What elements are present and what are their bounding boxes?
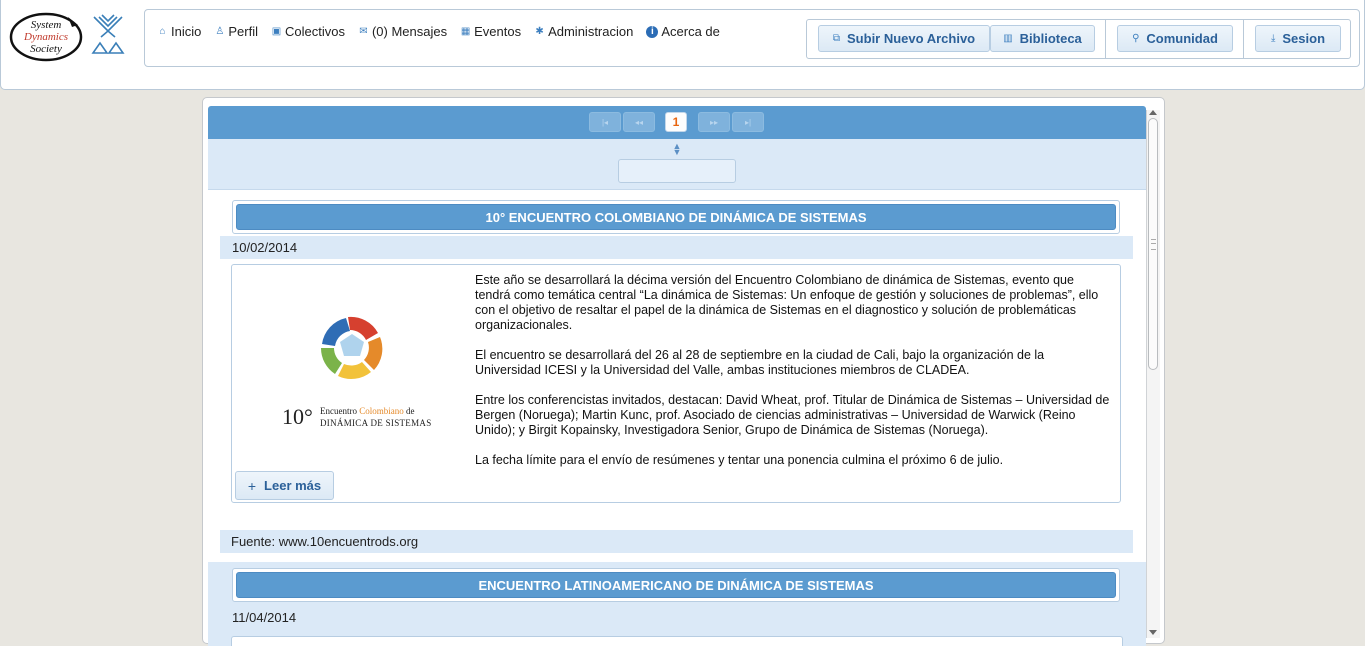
nav-perfil[interactable]: ♙ Perfil	[214, 24, 258, 39]
nav-acerca-de[interactable]: i Acerca de	[646, 24, 720, 39]
search-icon: ⚲	[1132, 33, 1140, 44]
nav-inicio-label: Inicio	[171, 24, 202, 39]
logo-text-line-2: Dynamics	[23, 31, 68, 43]
vertical-scrollbar[interactable]	[1146, 110, 1160, 638]
session-button[interactable]: ⤓ Sesion	[1255, 25, 1341, 52]
logo-text-line-1: System	[31, 19, 62, 31]
upload-file-button[interactable]: ⧉ Subir Nuevo Archivo	[818, 25, 990, 52]
read-more-label: Leer más	[264, 478, 322, 493]
nav-acerca-de-label: Acerca de	[661, 24, 720, 39]
news-source: Fuente: www.10encuentrods.org	[220, 530, 1133, 553]
nav-inicio[interactable]: ⌂ Inicio	[157, 24, 201, 39]
library-label: Biblioteca	[1019, 31, 1082, 46]
upload-icon: ⧉	[832, 33, 841, 44]
library-button[interactable]: ▥ Biblioteca	[990, 25, 1095, 52]
news-content: 10° ENCUENTRO COLOMBIANO DE DINÁMICA DE …	[208, 190, 1146, 646]
pagination-bar: |◂ ◂◂ 1 ▸▸ ▸|	[208, 106, 1146, 139]
nav-mensajes[interactable]: ✉ (0) Mensajes	[358, 24, 447, 39]
news-item: ENCUENTRO LATINOAMERICANO DE DINÁMICA DE…	[208, 562, 1146, 646]
calendar-icon: ▦	[460, 26, 471, 37]
community-label: Comunidad	[1146, 31, 1218, 46]
scroll-down-arrow-icon[interactable]	[1149, 630, 1157, 635]
news-title[interactable]: ENCUENTRO LATINOAMERICANO DE DINÁMICA DE…	[236, 572, 1116, 598]
news-article: 10° Encuentro Colombiano de dinámica de …	[231, 264, 1121, 503]
news-title[interactable]: 10° ENCUENTRO COLOMBIANO DE DINÁMICA DE …	[236, 204, 1116, 230]
article-paragraph: Entre los conferencistas invitados, dest…	[475, 393, 1110, 437]
logo-text-line-3: Society	[30, 43, 62, 55]
article-paragraph: La fecha límite para el envío de resúmen…	[475, 453, 1004, 467]
plus-icon: +	[247, 477, 257, 494]
main-navigation: ⌂ Inicio ♙ Perfil ▣ Colectivos ✉ (0) Men…	[144, 9, 1360, 67]
download-icon: ⤓	[1270, 33, 1276, 44]
news-panel: |◂ ◂◂ 1 ▸▸ ▸| ▲ ▼ 10° ENCUENTRO COLOMBIAN…	[202, 97, 1165, 646]
article-paragraph: El encuentro se desarrollará del 26 al 2…	[475, 348, 1045, 377]
sort-bar: ▲ ▼	[208, 139, 1146, 190]
scroll-thumb[interactable]	[1148, 118, 1158, 370]
news-article	[231, 636, 1123, 646]
home-icon: ⌂	[159, 26, 166, 37]
nav-eventos-label: Eventos	[474, 24, 522, 39]
nav-links: ⌂ Inicio ♙ Perfil ▣ Colectivos ✉ (0) Men…	[157, 24, 733, 39]
event-logo-image: 10° Encuentro Colombiano de dinámica de …	[244, 310, 452, 430]
scroll-up-arrow-icon[interactable]	[1149, 110, 1157, 115]
nav-mensajes-label: (0) Mensajes	[371, 24, 448, 39]
header-toolbar: ⧉ Subir Nuevo Archivo ▥ Biblioteca ⚲ Com…	[806, 19, 1351, 59]
grip-icon	[1151, 239, 1156, 250]
nav-administracion[interactable]: ✱ Administracion	[534, 24, 633, 39]
last-page-button[interactable]: ▸|	[732, 112, 764, 132]
news-date: 11/04/2014	[232, 610, 297, 625]
upload-file-label: Subir Nuevo Archivo	[847, 31, 976, 46]
prev-page-button[interactable]: ◂◂	[623, 112, 655, 132]
app-header: System Dynamics Society ⌂ Inicio ♙ Perfi…	[0, 0, 1365, 90]
article-paragraph: Este año se desarrollará la décima versi…	[475, 273, 1099, 332]
system-dynamics-society-logo[interactable]: System Dynamics Society	[8, 11, 84, 63]
logo-number: 10°	[282, 404, 313, 429]
first-page-button[interactable]: |◂	[589, 112, 621, 132]
sort-icon[interactable]: ▲ ▼	[672, 142, 682, 157]
mail-icon: ✉	[359, 26, 368, 37]
nav-eventos[interactable]: ▦ Eventos	[460, 24, 521, 39]
group-icon: ▣	[271, 26, 282, 37]
library-icon: ▥	[1003, 33, 1013, 44]
news-title-box: 10° ENCUENTRO COLOMBIANO DE DINÁMICA DE …	[232, 200, 1120, 234]
sort-select[interactable]	[618, 159, 736, 183]
cladea-logo[interactable]	[91, 13, 125, 57]
news-date: 10/02/2014	[220, 236, 1133, 259]
logo-caption-line-1: Encuentro Colombiano de	[320, 406, 414, 416]
nav-colectivos-label: Colectivos	[284, 24, 345, 39]
article-body: Este año se desarrollará la décima versi…	[475, 273, 1112, 483]
nav-administracion-label: Administracion	[548, 24, 634, 39]
user-icon: ♙	[215, 26, 225, 37]
gear-icon: ✱	[535, 26, 544, 37]
session-label: Sesion	[1282, 31, 1326, 46]
toolbar-divider	[1105, 20, 1106, 58]
current-page-button[interactable]: 1	[665, 112, 687, 132]
toolbar-divider	[1243, 20, 1244, 58]
community-button[interactable]: ⚲ Comunidad	[1117, 25, 1233, 52]
next-page-button[interactable]: ▸▸	[698, 112, 730, 132]
news-list[interactable]: |◂ ◂◂ 1 ▸▸ ▸| ▲ ▼ 10° ENCUENTRO COLOMBIAN…	[208, 106, 1146, 646]
nav-perfil-label: Perfil	[228, 24, 258, 39]
read-more-button[interactable]: + Leer más	[235, 471, 334, 500]
nav-colectivos[interactable]: ▣ Colectivos	[271, 24, 345, 39]
info-icon: i	[646, 25, 659, 38]
news-title-box: ENCUENTRO LATINOAMERICANO DE DINÁMICA DE…	[232, 568, 1120, 602]
logo-caption-line-2: dinámica de sistemas	[320, 418, 432, 428]
